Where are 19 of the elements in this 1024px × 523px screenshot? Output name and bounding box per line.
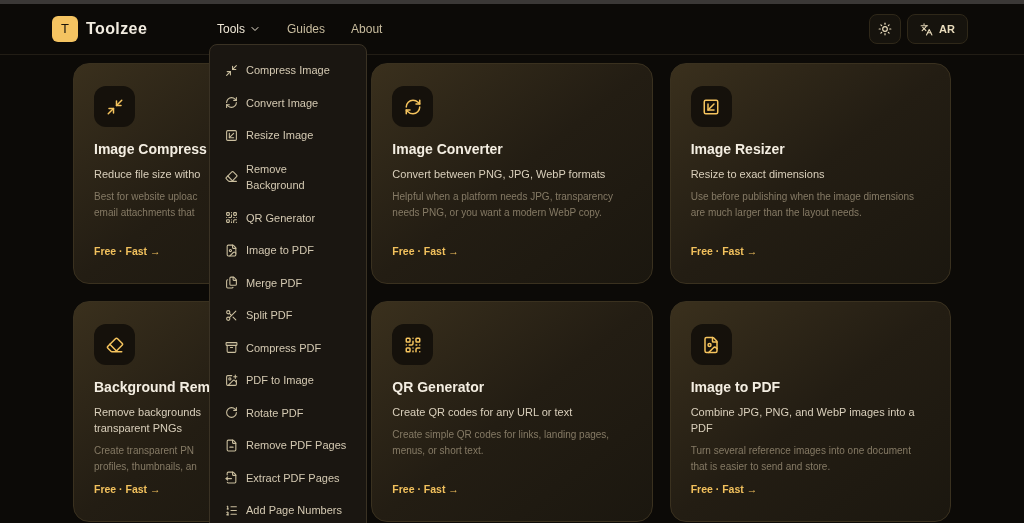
card-title: Image Converter [392,140,503,159]
card-subtitle: Combine JPG, PNG, and WebP images into a PDF [690,405,916,436]
card-description: Create simple QR codes for links, landing pages, menus, or short text. [392,428,611,458]
card-description: Turn several reference images into one document that is easier to send and store. [690,444,912,474]
card-description: Helpful when a platform needs JPG, transparency needs PNG, or you want a modern WebP copy. [392,190,614,220]
card-subtitle: Convert between PNG, JPG, WebP formats [392,167,606,182]
card-subtitle: Remove backgrounds transparent PNGs [94,405,201,436]
card-description: Create transparent PN profiles, thumbnails, an [94,444,197,474]
card-subtitle: Resize to exact dimensions [690,167,825,182]
card-description: Best for website uploac email attachments that [94,190,198,220]
card-title: Background Rem [94,378,210,397]
brand-name: Toolzee [86,19,148,39]
card-subtitle: Reduce file size witho [94,167,201,182]
card-subtitle: Create QR codes for any URL or text [392,405,573,420]
card-title: QR Generator [392,378,485,397]
card-title: Image Resizer [690,140,785,159]
card-title: Image Compress [94,140,207,159]
card-title: Image to PDF [690,378,781,397]
card-description: Use before publishing when the image dimensions are much larger than the layout needs. [690,190,916,220]
